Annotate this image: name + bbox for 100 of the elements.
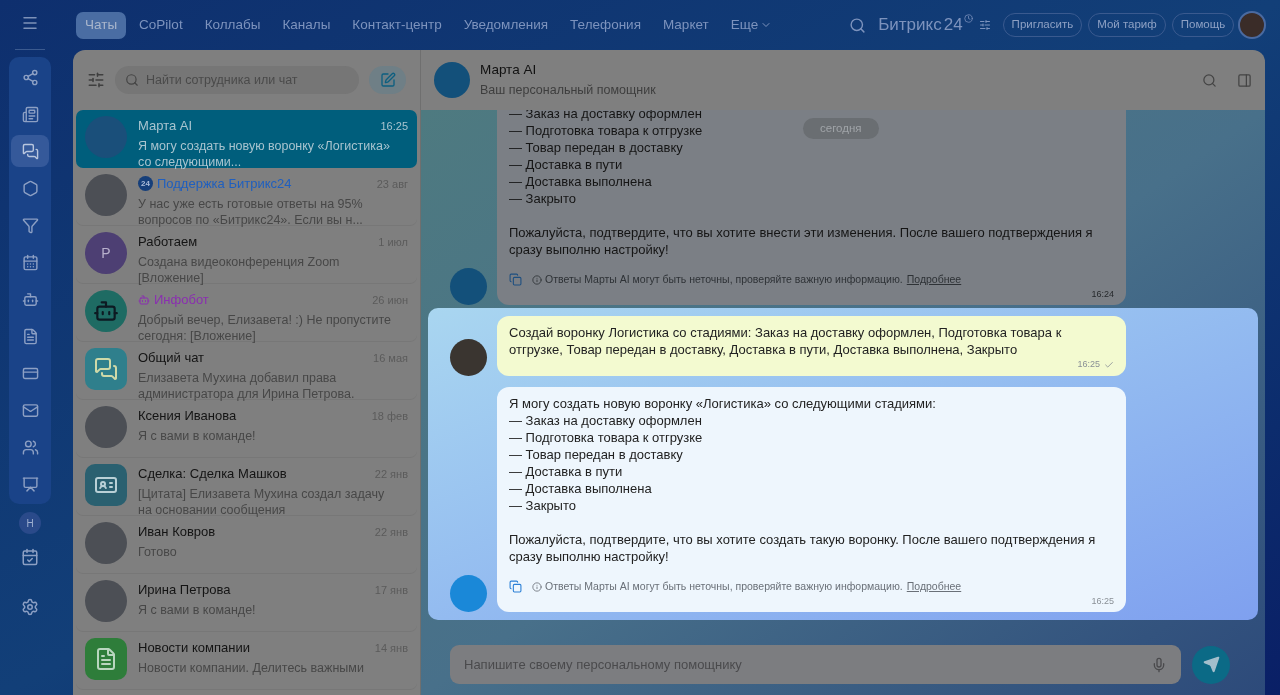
chat-preview: Создана видеоконференция Zoom [Вложение] xyxy=(138,253,341,286)
robot-icon xyxy=(93,298,119,324)
stage-line: — Доставка в пути xyxy=(509,156,623,173)
nav-tab[interactable]: Коллабы xyxy=(195,11,270,39)
photo-placeholder xyxy=(85,522,127,564)
chat-preview: Добрый вечер, Елизавета! :) Не пропустите сегодня: [Вложение] xyxy=(138,311,392,344)
chat-preview: Я с вами в команде! xyxy=(138,427,257,444)
bot-badge-icon xyxy=(138,293,150,306)
message-text: Я могу создать новую воронку «Логистика» со следующими стадиями: xyxy=(509,394,937,412)
mail-icon xyxy=(21,401,39,419)
chat-name: Сделка: Сделка Машков xyxy=(138,465,287,483)
nav-tab[interactable]: Каналы xyxy=(273,11,340,39)
chat-preview: Я могу создать новую воронку «Логистика» со следующими... xyxy=(138,137,391,170)
photo-placeholder xyxy=(85,580,127,622)
copy-icon[interactable] xyxy=(509,580,522,594)
chat-name: Поддержка Битрикс24 xyxy=(157,175,292,193)
settings-icon[interactable] xyxy=(21,598,39,616)
chat-subtitle: Ваш персональный помощник xyxy=(480,82,656,100)
chat-preview: [Цитата] Елизавета Мухина создал задачу на основании сообщения xyxy=(138,485,386,518)
robot-icon xyxy=(21,290,39,308)
chat-name: Иван Ковров xyxy=(138,523,216,541)
calendar-check-icon[interactable] xyxy=(21,548,39,566)
clock-icon xyxy=(963,14,973,24)
funnel-icon xyxy=(21,216,39,234)
chat-preview: У нас уже есть готовые ответы на 95% вопросов по «Битрикс24». Если вы н... xyxy=(138,195,364,228)
stage-line: — Подготовка товара к отгрузке xyxy=(509,122,703,139)
chat-button[interactable] xyxy=(11,135,49,167)
copy-icon[interactable] xyxy=(509,273,522,287)
chat-name: Работаем xyxy=(138,233,198,251)
photo-placeholder xyxy=(85,116,127,158)
nav-tab[interactable]: Маркет xyxy=(653,11,718,39)
chat-title: Марта AI xyxy=(480,61,538,79)
info-icon xyxy=(532,581,542,592)
stage-line: — Доставка в пути xyxy=(509,462,623,480)
chat-name: Ксения Иванова xyxy=(138,407,237,425)
nav-tab[interactable]: Телефония xyxy=(561,11,650,39)
microphone-icon[interactable] xyxy=(1151,656,1167,673)
assistant-photo-placeholder xyxy=(450,575,487,612)
calendar-icon xyxy=(21,253,39,271)
side-panel-icon[interactable] xyxy=(1237,72,1252,88)
stage-line: — Товар передан в доставку xyxy=(509,445,683,463)
presentation-icon xyxy=(21,475,39,493)
document-icon xyxy=(94,647,118,671)
support-badge: 24 xyxy=(138,176,153,192)
send-icon xyxy=(1202,656,1220,673)
menu-icon[interactable] xyxy=(21,14,39,32)
message-text: Создай воронку Логистика со стадиями: Заказ на доставку оформлен, Подготовка товара к отгрузке, Товар передан в доставку, Доставка в пути, Доставка выполнена, Закрыто xyxy=(509,324,1063,359)
photo-placeholder xyxy=(85,406,127,448)
chat-name: Марта AI xyxy=(138,117,193,135)
message-text: Пожалуйста, подтвердите, что вы хотите внести эти изменения. После вашего подтверждения я сразу выполню настройку! xyxy=(509,224,1094,258)
nav-tab[interactable]: Контакт-центр xyxy=(343,11,451,39)
filter-icon[interactable] xyxy=(87,71,105,89)
chat-preview: Я с вами в команде! xyxy=(138,601,257,618)
document-icon xyxy=(21,327,39,345)
more-link[interactable]: Подробнее xyxy=(906,578,962,595)
chat-item[interactable]: Марта AI 16:25 Я могу создать новую воронку «Логистика» со следующими... xyxy=(76,110,417,168)
message-text: Пожалуйста, подтвердите, что вы хотите создать такую воронку. После вашего подтверждения я сразу выполню настройку! xyxy=(509,530,1097,565)
search-icon xyxy=(125,73,139,87)
info-icon xyxy=(532,274,542,285)
chat-preview: Новости компании. Делитесь важными xyxy=(138,659,365,676)
chat-name: Новости компании xyxy=(138,639,250,657)
newspaper-icon xyxy=(21,105,39,123)
sliders-icon[interactable] xyxy=(978,19,991,31)
message-time: 16:25 xyxy=(1077,358,1100,372)
disclaimer-text: Ответы Марты AI могут быть неточны, проверяйте важную информацию. xyxy=(545,272,903,287)
photo-placeholder xyxy=(85,174,127,216)
search-icon[interactable] xyxy=(849,16,867,34)
nav-tab[interactable]: CoPilot xyxy=(130,11,192,39)
assistant-photo-placeholder xyxy=(450,268,487,306)
stage-line: — Подготовка товара к отгрузке xyxy=(509,428,703,446)
nav-tab[interactable]: Чаты xyxy=(76,11,127,39)
people-icon xyxy=(21,438,39,456)
nodes-icon xyxy=(21,68,39,86)
chat-preview: Елизавета Мухина добавил права администратора для Ирина Петрова. xyxy=(138,369,356,402)
chat-name: Ирина Петрова xyxy=(138,581,231,599)
letter-avatar: Р xyxy=(85,232,127,274)
chat-icon xyxy=(21,142,39,160)
chat-name: Инфобот xyxy=(154,291,209,309)
stage-line: — Доставка выполнена xyxy=(509,479,652,497)
search-icon[interactable] xyxy=(1202,72,1217,88)
hexagon-icon xyxy=(21,179,39,197)
chat-time: 16:25 xyxy=(380,118,408,134)
profile-photo-placeholder[interactable] xyxy=(1238,11,1266,39)
compose-icon xyxy=(379,72,396,88)
disclaimer-text: Ответы Марты AI могут быть неточны, проверяйте важную информацию. xyxy=(545,578,903,594)
stage-line: — Товар передан в доставку xyxy=(509,139,683,156)
user-initial-avatar[interactable]: Н xyxy=(19,512,41,534)
message-time: 16:25 xyxy=(1091,594,1114,608)
send-button[interactable] xyxy=(1192,645,1230,684)
more-link[interactable]: Подробнее xyxy=(906,272,962,288)
message-time: 16:24 xyxy=(1091,287,1114,301)
chat-bubbles-icon xyxy=(94,357,118,381)
logo[interactable]: Битрикс24 xyxy=(878,12,973,38)
user-photo-placeholder xyxy=(450,338,487,376)
stage-line: — Заказ на доставку оформлен xyxy=(509,411,702,429)
assistant-photo-placeholder xyxy=(434,62,470,98)
chat-preview: Готово xyxy=(138,543,178,560)
nav-tab[interactable]: Уведомления xyxy=(454,11,558,39)
stage-line: — Закрыто xyxy=(509,496,576,514)
nav-tab[interactable]: Еще xyxy=(721,11,782,39)
